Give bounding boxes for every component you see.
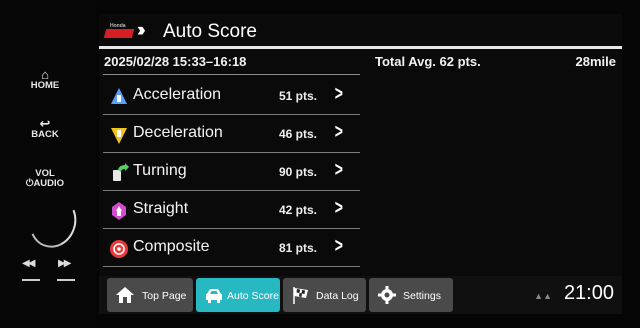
home-icon <box>116 287 134 303</box>
car-icon <box>206 289 222 303</box>
score-row-turning[interactable]: Turning 90 pts. > <box>103 154 360 191</box>
straight-icon <box>112 202 126 220</box>
back-hardware-button[interactable]: ↩ BACK <box>18 117 72 140</box>
score-label: Straight <box>133 200 189 217</box>
chevron-right-icon: > <box>334 159 343 181</box>
tab-top-page[interactable]: Top Page <box>107 278 193 312</box>
header-divider <box>103 74 360 75</box>
chevron-right-icon: > <box>334 121 343 143</box>
display-screen: Honda ›› Auto Score 2025/02/28 15:33–16:… <box>99 14 622 314</box>
audio-label: AUDIO <box>33 178 65 189</box>
skip-back-indicator <box>22 279 40 281</box>
score-row-composite[interactable]: Composite 81 pts. > <box>103 230 360 267</box>
score-points: 42 pts. <box>279 203 318 217</box>
score-points: 81 pts. <box>279 241 318 255</box>
home-hardware-button[interactable]: ⌂ HOME <box>18 68 72 91</box>
chevron-right-icon: > <box>334 235 343 257</box>
acceleration-icon <box>111 88 127 104</box>
tab-label: Top Page <box>142 290 187 302</box>
skip-back-icon[interactable]: ◀◀ <box>22 258 35 269</box>
title-divider <box>99 46 622 49</box>
score-points: 90 pts. <box>279 165 318 179</box>
volume-label-group: VOL ⏻AUDIO <box>18 169 72 189</box>
score-label: Turning <box>133 162 187 179</box>
home-button-label: HOME <box>30 80 60 91</box>
tab-settings[interactable]: Settings <box>369 278 453 312</box>
composite-icon <box>110 240 128 258</box>
title-bar: Honda ›› Auto Score <box>99 14 622 49</box>
score-row-straight[interactable]: Straight 42 pts. > <box>103 192 360 229</box>
volume-knob[interactable] <box>22 189 84 255</box>
chevron-right-icon: > <box>334 83 343 105</box>
back-button-label: BACK <box>31 129 59 140</box>
hardware-bezel: ⌂ HOME ↩ BACK VOL ⏻AUDIO ◀◀ ▶▶ <box>0 0 96 328</box>
date-range: 2025/02/28 15:33–16:18 <box>104 54 247 69</box>
tab-label: Settings <box>403 290 441 302</box>
bottom-nav-bar: Top Page Auto Score Data Log Settings ▲▲… <box>99 276 622 314</box>
distance-readout: 28mile <box>575 54 616 69</box>
score-points: 46 pts. <box>279 127 318 141</box>
score-row-deceleration[interactable]: Deceleration 46 pts. > <box>103 116 360 153</box>
clock: 21:00 <box>563 282 614 304</box>
signal-icon: ▲▲ <box>534 291 552 301</box>
skip-forward-indicator <box>57 279 75 281</box>
checkered-flag-icon <box>293 287 308 304</box>
gear-icon <box>378 286 396 304</box>
tab-label: Data Log <box>316 290 359 302</box>
total-average: Total Avg. 62 pts. <box>375 54 481 69</box>
chevron-right-icon: ›› <box>137 20 145 41</box>
tab-auto-score[interactable]: Auto Score <box>196 278 280 312</box>
deceleration-icon <box>111 128 127 144</box>
tab-label: Auto Score <box>227 290 279 302</box>
tab-data-log[interactable]: Data Log <box>283 278 366 312</box>
turning-icon <box>113 163 129 181</box>
score-row-acceleration[interactable]: Acceleration 51 pts. > <box>103 78 360 115</box>
score-points: 51 pts. <box>279 89 318 103</box>
type-r-logo: Honda <box>103 23 135 40</box>
score-list: Acceleration 51 pts. > Deceleration 46 p… <box>103 78 360 268</box>
score-label: Acceleration <box>133 86 222 103</box>
score-label: Composite <box>133 238 210 255</box>
score-label: Deceleration <box>133 124 223 141</box>
chevron-right-icon: > <box>334 197 343 219</box>
page-title: Auto Score <box>163 21 257 42</box>
skip-forward-icon[interactable]: ▶▶ <box>58 258 71 269</box>
